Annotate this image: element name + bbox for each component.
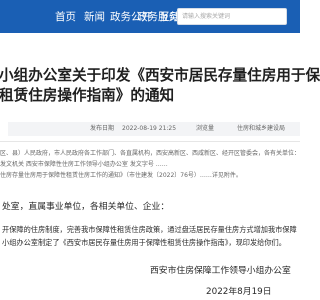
- article-title-line-2: 租赁住房操作指南》的通知: [0, 87, 175, 104]
- search-box: [177, 8, 287, 25]
- signature-date: 2022年8月19日: [206, 287, 272, 297]
- document-info-line-1: 区、县）人民政府，市人民政府各工作部门、各直属机构，西安高新区、西咸新区、经开区…: [0, 150, 301, 157]
- publish-date-label: 发布日期: [90, 125, 115, 132]
- article-title-line-1: 小组办公室关于印发《西安市居民存量住房用于保障: [0, 67, 320, 84]
- body-paragraph-line-1: 开保障的住房制度，完善我市保障性租赁住房政策，通过盘活居民存量住房方式增加我市保…: [2, 225, 297, 234]
- nav-item-news[interactable]: 新闻: [84, 10, 105, 24]
- document-info-line-2: 发文机关 西安市保障性住房工作领导小组办公室 发文字号 ……: [0, 161, 168, 168]
- document-info-line-3: 住房存量住房用于保障性租赁住房工作的通知》（市住建发〔2022〕76号）……详见…: [0, 172, 242, 179]
- salutation: 处室，直属事业单位，各相关单位、企业：: [2, 202, 170, 212]
- search-input[interactable]: [182, 9, 284, 24]
- divider: [0, 141, 300, 142]
- views-label: 浏览量: [196, 125, 215, 132]
- publish-date: 2022-08-19 21:25: [122, 125, 177, 132]
- publishing-organ: 住房和城乡建设局: [237, 125, 286, 132]
- signature-organization: 西安市住房保障工作领导小组办公室: [150, 266, 291, 276]
- nav-item-home[interactable]: 首页: [55, 10, 76, 24]
- top-header-bar: 首页 新闻 政务公开 政务服务 互动: [0, 0, 300, 33]
- document-info: 区、县）人民政府，市人民政府各工作部门、各直属机构，西安高新区、西咸新区、经开区…: [0, 147, 300, 187]
- body-paragraph-line-2: 小组办公室制定了《西安市居民存量住房用于保障性租赁住房操作指南》，现印发给你们。: [2, 238, 286, 247]
- article-title: 小组办公室关于印发《西安市居民存量住房用于保障 租赁住房操作指南》的通知: [0, 66, 320, 106]
